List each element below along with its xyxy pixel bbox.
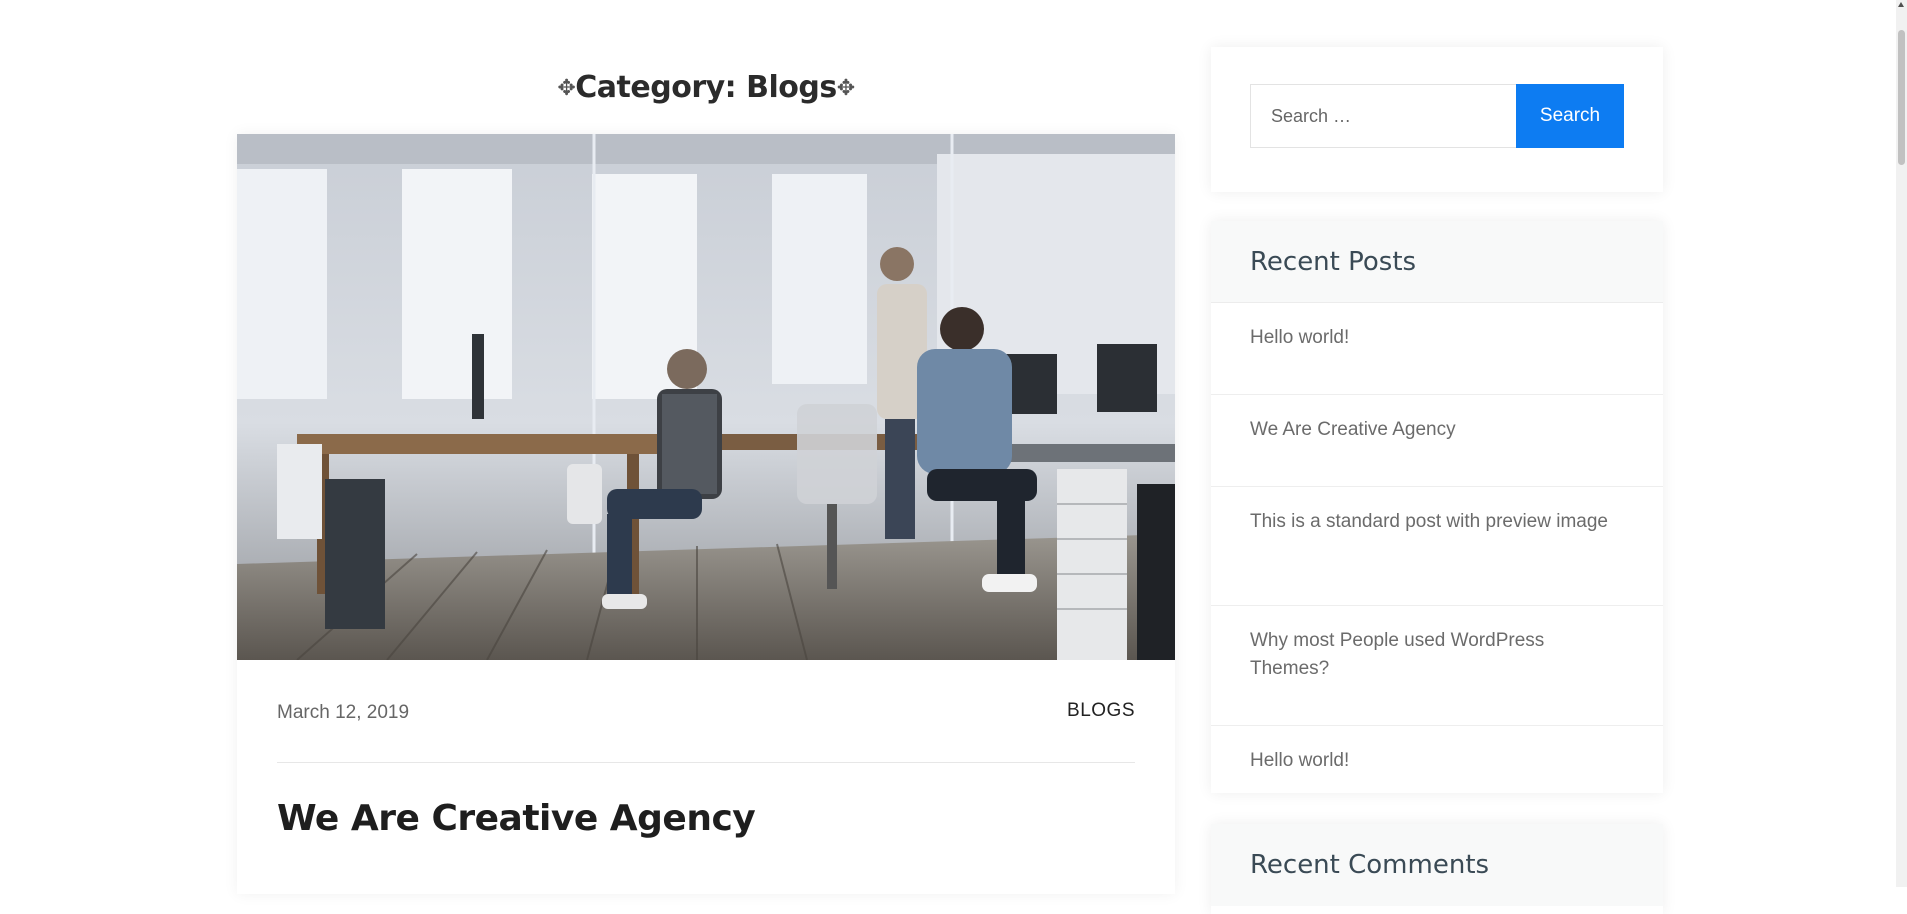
widget-title: Recent Comments — [1250, 850, 1490, 880]
main-content: ✥Category: Blogs✥ March 12, 2019 BLOGS W… — [237, 0, 1175, 894]
move-handle-icon[interactable]: ✥ — [557, 76, 575, 101]
recent-post-link[interactable]: We Are Creative Agency — [1250, 419, 1456, 440]
recent-post-link[interactable]: Hello world! — [1250, 327, 1349, 348]
post-category-link[interactable]: BLOGS — [1067, 700, 1135, 722]
recent-comments-widget: Recent Comments — [1211, 824, 1663, 914]
archive-title-text: Category: Blogs — [575, 70, 837, 105]
divider — [277, 762, 1135, 763]
post-featured-image[interactable] — [237, 134, 1175, 660]
widget-title: Recent Posts — [1250, 247, 1417, 277]
recent-posts-list: Hello world! We Are Creative Agency This… — [1211, 303, 1663, 791]
archive-title: ✥Category: Blogs✥ — [237, 70, 1175, 105]
recent-post-link[interactable]: This is a standard post with preview ima… — [1250, 511, 1608, 532]
recent-post-link[interactable]: Why most People used WordPress Themes? — [1250, 630, 1544, 679]
recent-post-link[interactable]: Hello world! — [1250, 750, 1349, 771]
search-widget: Search — [1211, 47, 1663, 192]
search-button[interactable]: Search — [1516, 84, 1624, 148]
list-item: Why most People used WordPress Themes? — [1211, 606, 1663, 726]
list-item: Hello world! — [1211, 303, 1663, 395]
page: ✥Category: Blogs✥ March 12, 2019 BLOGS W… — [0, 0, 1907, 914]
search-input[interactable] — [1250, 84, 1516, 148]
post-meta: March 12, 2019 BLOGS — [277, 700, 1135, 730]
sidebar: Search Recent Posts Hello world! We Are … — [1211, 0, 1663, 914]
post-title-link[interactable]: We Are Creative Agency — [277, 798, 1135, 839]
widget-header: Recent Comments — [1211, 824, 1663, 906]
list-item: Hello world! — [1211, 726, 1663, 791]
list-item: This is a standard post with preview ima… — [1211, 487, 1663, 606]
recent-posts-widget: Recent Posts Hello world! We Are Creativ… — [1211, 221, 1663, 793]
scrollbar-thumb[interactable] — [1898, 30, 1905, 165]
scroll-up-icon[interactable] — [1898, 2, 1904, 7]
move-handle-icon[interactable]: ✥ — [837, 76, 855, 101]
post-card: March 12, 2019 BLOGS We Are Creative Age… — [237, 134, 1175, 894]
vertical-scrollbar[interactable] — [1896, 0, 1907, 887]
widget-header: Recent Posts — [1211, 221, 1663, 303]
post-date: March 12, 2019 — [277, 702, 410, 723]
list-item: We Are Creative Agency — [1211, 395, 1663, 487]
office-photo — [237, 134, 1175, 660]
